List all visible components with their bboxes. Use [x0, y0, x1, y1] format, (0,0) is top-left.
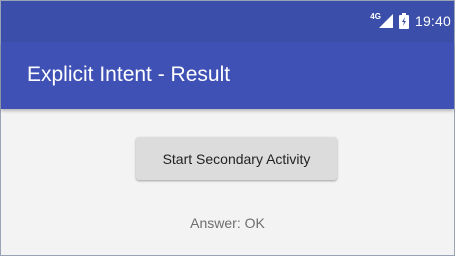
main-content: Start Secondary Activity Answer: OK [1, 109, 454, 257]
phone-screen: 4G 19:40 Explicit Intent - Result Start … [0, 0, 455, 256]
start-secondary-activity-button[interactable]: Start Secondary Activity [136, 137, 337, 180]
network-type-label: 4G [370, 11, 381, 21]
app-toolbar: Explicit Intent - Result [1, 42, 454, 109]
battery-icon [398, 13, 409, 29]
answer-text: Answer: OK [190, 215, 265, 231]
status-time: 19:40 [414, 13, 451, 29]
app-title: Explicit Intent - Result [27, 63, 231, 86]
signal-strength-icon [378, 14, 393, 28]
status-bar: 4G 19:40 [1, 1, 454, 42]
status-icons: 4G 19:40 [362, 11, 451, 31]
